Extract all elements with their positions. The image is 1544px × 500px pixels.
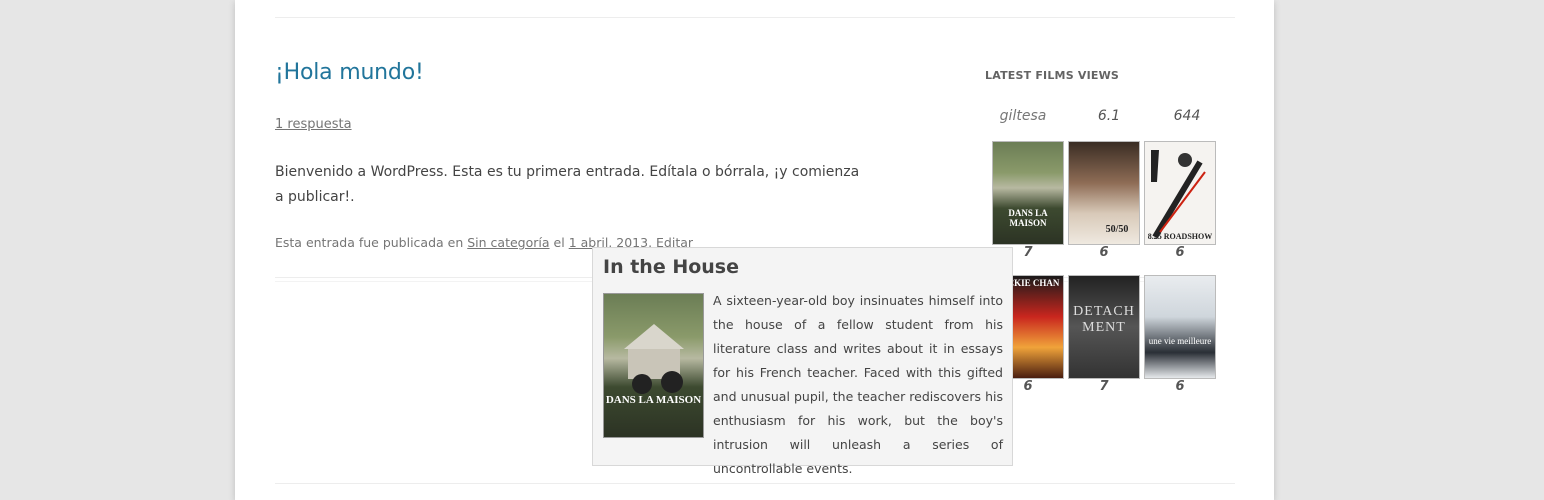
film-poster-rurouni-kenshin[interactable]: 8.25 ROADSHOW [1144, 141, 1216, 245]
film-poster-in-the-house[interactable]: DANS LA MAISON [992, 141, 1064, 245]
stat-user[interactable]: giltesa [985, 108, 1061, 124]
poster-title: DETACH MENT [1073, 304, 1135, 335]
film-tooltip: In the House DANS LA MAISON A sixteen-ye… [592, 247, 1013, 476]
poster-title: 50/50 [1105, 224, 1129, 235]
meta-el: el [553, 235, 565, 250]
film-rating: 6 [1175, 245, 1185, 260]
poster-title: une vie meilleure [1148, 336, 1212, 346]
kenshin-figure-icon [1151, 150, 1206, 239]
post-content: Bienvenido a WordPress. Esta es tu prime… [275, 164, 860, 205]
stat-average: 6.1 [1097, 108, 1121, 124]
meta-prefix: Esta entrada fue publicada en [275, 235, 464, 250]
tooltip-poster-title: DANS LA MAISON [605, 394, 702, 406]
house-icon [624, 324, 684, 394]
film-poster-une-vie-meilleure[interactable]: une vie meilleure [1144, 275, 1216, 379]
top-divider [275, 17, 1235, 18]
bottom-divider [275, 483, 1235, 484]
category-link[interactable]: Sin categoría [467, 235, 549, 250]
film-rating: 7 [1099, 379, 1109, 394]
tooltip-description: A sixteen-year-old boy insinuates himsel… [713, 293, 1003, 476]
widget-stats: giltesa 6.1 644 [985, 108, 1235, 128]
comments-link[interactable]: 1 respuesta [275, 117, 352, 132]
tooltip-title: In the House [603, 256, 739, 278]
post-title[interactable]: ¡Hola mundo! [275, 60, 424, 85]
film-rating: 6 [1099, 245, 1109, 260]
tooltip-poster: DANS LA MAISON [603, 293, 704, 438]
film-rating: 6 [1175, 379, 1185, 394]
film-poster-detachment[interactable]: DETACH MENT [1068, 275, 1140, 379]
poster-title: 8.25 ROADSHOW [1147, 232, 1213, 241]
stat-count: 644 [1173, 108, 1201, 124]
film-poster-50-50[interactable]: 50/50 [1068, 141, 1140, 245]
widget-title: LATEST FILMS VIEWS [985, 69, 1120, 82]
poster-title: DANS LA MAISON [1008, 208, 1048, 228]
